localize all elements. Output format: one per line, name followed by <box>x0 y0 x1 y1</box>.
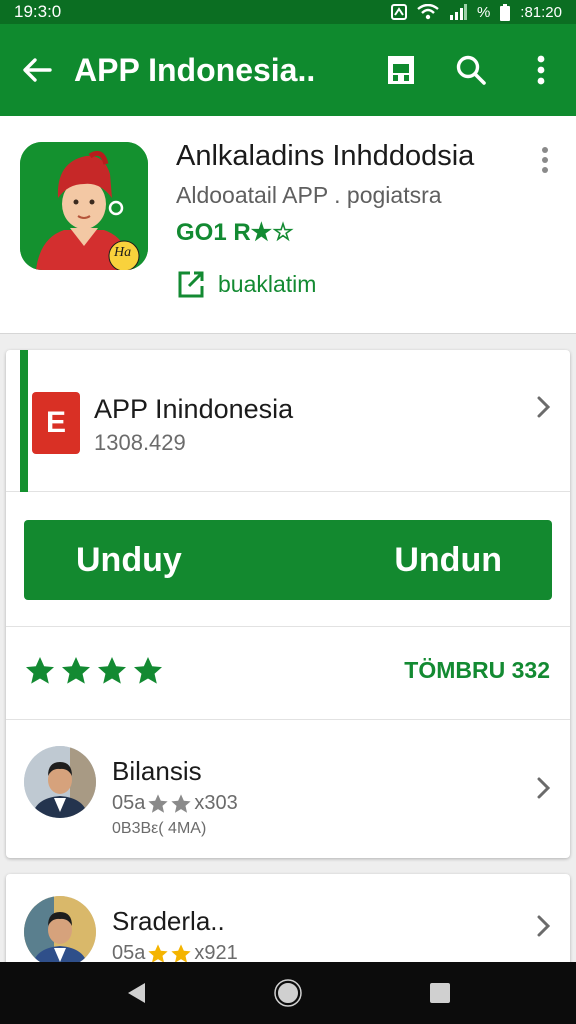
more-vert-icon[interactable] <box>506 24 576 116</box>
nav-recents-icon[interactable] <box>410 963 470 1023</box>
share-box-icon <box>178 271 204 298</box>
chevron-right-icon <box>530 774 558 802</box>
review-row[interactable]: Sraderla.. 05a x921 <box>6 874 570 974</box>
star-icon <box>26 657 54 684</box>
chevron-right-icon <box>530 393 558 421</box>
chevron-right-icon <box>530 912 558 940</box>
navigation-bar <box>0 962 576 1024</box>
wifi-icon <box>417 4 439 20</box>
review-meta: 05a x303 <box>112 792 238 815</box>
nav-home-icon[interactable] <box>258 963 318 1023</box>
app-title: APP Indonesia.. <box>74 51 316 88</box>
update-label: buaklatim <box>218 270 317 297</box>
review-stars <box>147 793 192 815</box>
download-button[interactable]: Unduy Undun <box>24 520 552 600</box>
app-bar: APP Indonesia.. <box>0 24 576 116</box>
avatar <box>24 896 96 968</box>
app-icon-badge-text: Ha <box>114 245 132 260</box>
rating-stars <box>24 655 164 687</box>
package-row[interactable]: E APP Inindonesia 1308.429 <box>6 350 570 492</box>
review-card-2: Sraderla.. 05a x921 <box>6 874 570 974</box>
store-icon[interactable] <box>366 24 436 116</box>
review-meta-prefix: 05a <box>112 792 146 814</box>
rating-row: TÖMBRU 332 <box>6 626 570 720</box>
app-full-title: Anlkaladins Inhddodsia <box>176 140 475 172</box>
back-arrow-icon[interactable] <box>0 24 74 116</box>
package-accent-bar <box>20 350 28 492</box>
search-icon[interactable] <box>436 24 506 116</box>
signal-icon <box>449 4 467 20</box>
download-right-label: Undun <box>394 540 502 579</box>
app-developer: Aldooatail APP . pogiatsra <box>176 182 442 208</box>
notification-icon <box>390 4 407 20</box>
star-icon <box>62 657 90 684</box>
package-icon: E <box>32 392 80 454</box>
battery-icon <box>500 3 511 21</box>
status-time: 19:3:0 <box>14 2 62 21</box>
status-bar: 19:3:0 % :81:20 <box>0 0 576 24</box>
app-icon[interactable]: Ha <box>20 142 148 270</box>
details-card: E APP Inindonesia 1308.429 Unduy Undun T… <box>6 350 570 858</box>
star-icon <box>171 793 191 813</box>
rating-label[interactable]: TÖMBRU 332 <box>404 657 550 684</box>
review-row[interactable]: Bilansis 05a x303 0B3Bε( 4MA) <box>6 720 570 858</box>
header-more-icon[interactable] <box>530 146 560 196</box>
package-count: 1308.429 <box>94 430 186 455</box>
app-rating-text: GO1 R★☆ <box>176 219 294 246</box>
status-clock-right: :81:20 <box>520 3 562 21</box>
avatar <box>24 746 96 818</box>
status-icons: % :81:20 <box>390 3 562 21</box>
battery-text: % <box>476 3 491 21</box>
review-meta-suffix: x303 <box>194 792 238 814</box>
star-icon <box>134 657 162 684</box>
review-date: 0B3Bε( 4MA) <box>112 820 207 837</box>
star-icon <box>98 657 126 684</box>
nav-back-icon[interactable] <box>106 963 166 1023</box>
reviewer-name: Sraderla.. <box>112 906 225 936</box>
download-left-label: Unduy <box>76 540 182 579</box>
reviewer-name: Bilansis <box>112 756 202 786</box>
package-name: APP Inindonesia <box>94 394 294 424</box>
app-header: Ha Anlkaladins Inhddodsia Aldooatail APP… <box>0 116 576 334</box>
update-link[interactable]: buaklatim <box>176 266 316 302</box>
star-icon <box>148 793 168 813</box>
